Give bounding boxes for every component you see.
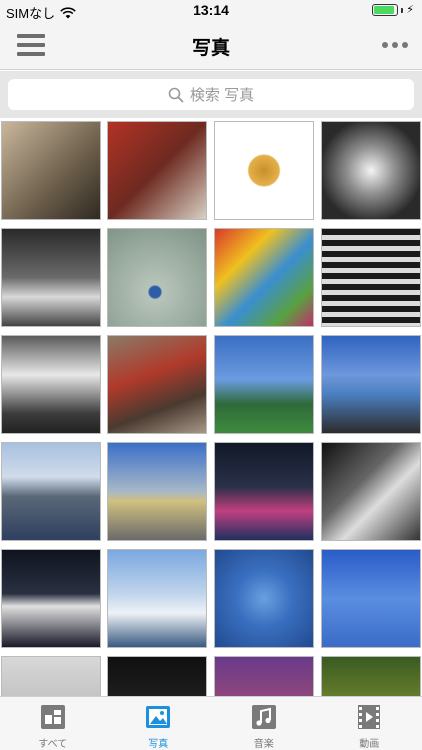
tab-all[interactable]: すべて	[0, 697, 106, 750]
photo-thumbnail-opera-house[interactable]	[1, 549, 101, 648]
photo-thumbnail-taxi[interactable]	[1, 228, 101, 327]
battery-cap	[401, 7, 404, 13]
photo-thumbnail-stairs[interactable]	[321, 228, 421, 327]
ellipsis-icon-dot	[402, 42, 408, 48]
photo-thumbnail-bridge-under[interactable]	[321, 442, 421, 541]
photo-thumbnail-promenade[interactable]	[107, 442, 207, 541]
tab-all-label: すべて	[38, 739, 68, 750]
photo-thumbnail-harbour[interactable]	[1, 442, 101, 541]
tab-bar: すべて 写真 音楽 動画	[0, 696, 422, 750]
page-title: 写真	[191, 38, 230, 59]
hamburger-icon-line	[17, 43, 45, 47]
tab-photos-label: 写真	[148, 739, 169, 750]
navigation-bar: 写真	[0, 20, 422, 70]
video-icon	[358, 705, 381, 729]
ellipsis-icon-dot	[382, 42, 388, 48]
photo-thumbnail-tile-23[interactable]	[214, 656, 314, 696]
all-icon	[40, 705, 65, 729]
search-area: 検索 写真	[0, 71, 422, 118]
photo-thumbnail-stone[interactable]	[107, 228, 207, 327]
photo-thumbnail-bridge-pylon[interactable]	[321, 549, 421, 648]
photo-thumbnail-dandelion[interactable]	[214, 121, 314, 220]
tab-video[interactable]: 動画	[317, 697, 422, 750]
photo-thumbnail-coast[interactable]	[321, 335, 421, 434]
photo-thumbnail-red-sign[interactable]	[107, 121, 207, 220]
battery-fill	[374, 6, 395, 14]
search-input[interactable]: 検索 写真	[8, 79, 414, 110]
status-right: ⚡	[372, 4, 414, 16]
status-bar: SIMなし 13:14 ⚡	[0, 0, 422, 21]
photo-thumbnail-tile-24[interactable]	[321, 656, 421, 696]
ellipsis-icon-dot	[392, 42, 398, 48]
battery-icon	[372, 4, 399, 16]
music-icon	[251, 705, 276, 729]
photo-grid	[0, 118, 422, 696]
photo-thumbnail-bicycle[interactable]	[1, 121, 101, 220]
hamburger-icon-line	[17, 52, 45, 56]
hamburger-icon-line	[17, 34, 45, 38]
photo-thumbnail-trees[interactable]	[1, 335, 101, 434]
photo-thumbnail-palm-beach[interactable]	[214, 335, 314, 434]
photo-thumbnail-bridge-night[interactable]	[214, 442, 314, 541]
clock: 13:14	[193, 2, 229, 18]
photo-thumbnail-colorful-wall[interactable]	[214, 228, 314, 327]
photo-thumbnail-tile-22[interactable]	[107, 656, 207, 696]
photo-thumbnail-tower-lattice[interactable]	[214, 549, 314, 648]
search-icon	[168, 87, 184, 102]
tab-video-label: 動画	[359, 739, 380, 750]
photo-thumbnail-wagon[interactable]	[107, 335, 207, 434]
photo-thumbnail-sailing-ship[interactable]	[107, 549, 207, 648]
photo-thumbnail-tunnel[interactable]	[321, 121, 421, 220]
search-placeholder: 検索 写真	[189, 87, 255, 104]
more-button[interactable]	[378, 36, 412, 54]
tab-music[interactable]: 音楽	[211, 697, 317, 750]
photo-icon	[146, 706, 171, 728]
charging-icon: ⚡	[406, 4, 414, 16]
photo-thumbnail-tile-21[interactable]	[1, 656, 101, 696]
tab-music-label: 音楽	[253, 739, 274, 750]
menu-button[interactable]	[17, 34, 45, 56]
tab-photos[interactable]: 写真	[106, 697, 212, 750]
